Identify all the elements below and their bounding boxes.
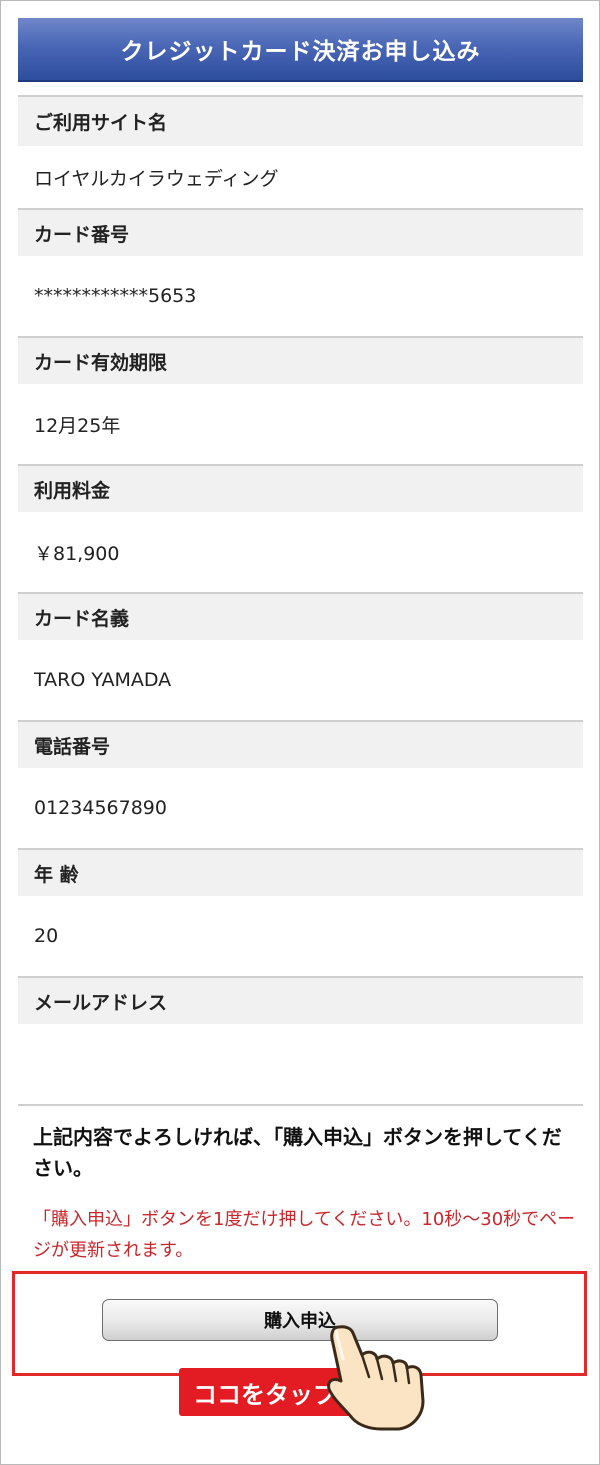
amount-label: 利用料金 [18, 464, 583, 512]
cardholder-name-value: TARO YAMADA [34, 669, 172, 691]
age-value: 20 [34, 925, 59, 947]
card-number-label: カード番号 [18, 208, 583, 256]
page-frame: クレジットカード決済お申し込み ご利用サイト名 ロイヤルカイラウェディング カー… [0, 0, 600, 1465]
purchase-button[interactable]: 購入申込 [102, 1299, 498, 1341]
email-label: メールアドレス [18, 976, 583, 1024]
card-expiry-value: 12月25年 [34, 414, 121, 437]
warning-note: 「購入申込」ボタンを1度だけ押してください。10秒〜30秒でページが更新されます… [33, 1209, 576, 1261]
pointing-hand-icon [327, 1325, 425, 1431]
instruction-text: 上記内容でよろしければ、「購入申込」ボタンを押してください。 [33, 1125, 562, 1180]
card-number-value: ************5653 [34, 285, 197, 307]
payment-details: ご利用サイト名 ロイヤルカイラウェディング カード番号 ************… [18, 95, 583, 1104]
amount-value: ￥81,900 [34, 542, 120, 565]
email-value [18, 1024, 583, 1104]
divider [18, 1104, 583, 1106]
site-name-label: ご利用サイト名 [18, 95, 583, 146]
phone-number-value: 01234567890 [34, 797, 167, 819]
phone-number-label: 電話番号 [18, 720, 583, 768]
site-name-value: ロイヤルカイラウェディング [34, 167, 279, 190]
age-label: 年 齢 [18, 848, 583, 896]
page-title: クレジットカード決済お申し込み [18, 18, 583, 82]
card-expiry-label: カード有効期限 [18, 336, 583, 384]
cardholder-name-label: カード名義 [18, 592, 583, 640]
